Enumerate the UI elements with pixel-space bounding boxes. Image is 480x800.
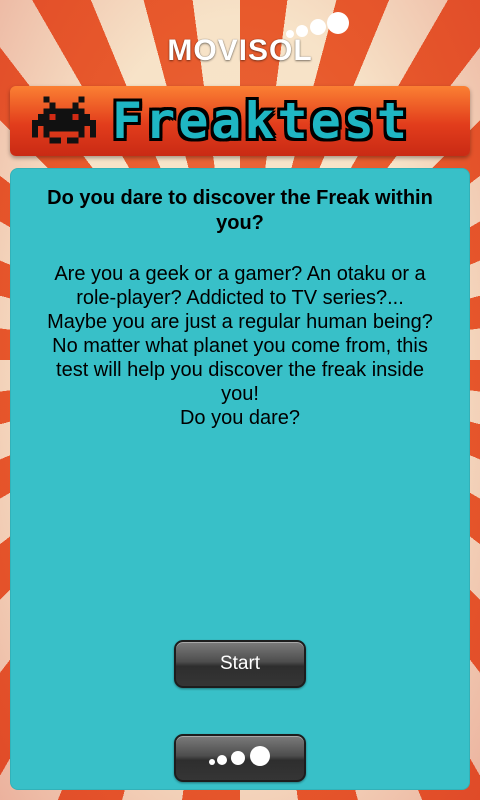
intro-line: Are you a geek or a gamer? An otaku or a	[54, 263, 426, 285]
intro-line: test will help you discover the freak in…	[56, 359, 424, 381]
intro-text: Are you a geek or a gamer? An otaku or a…	[18, 262, 462, 430]
app-banner: Freaktest	[10, 86, 470, 156]
intro-line: you!	[221, 383, 259, 405]
intro-panel: Do you dare to discover the Freak within…	[10, 168, 470, 790]
intro-line: Maybe you are just a regular human being…	[47, 311, 433, 333]
app-title: Freaktest	[112, 92, 410, 150]
brand-logo: MOVISOL	[0, 6, 480, 68]
intro-line: Do you dare?	[179, 407, 301, 429]
intro-heading: Do you dare to discover the Freak within…	[47, 187, 433, 234]
space-invader-icon	[32, 96, 96, 144]
intro-line: role-player? Addicted to TV series?...	[76, 287, 404, 309]
intro-line: No matter what planet you come from, thi…	[52, 335, 428, 357]
more-apps-dots-icon	[209, 746, 270, 766]
more-apps-button[interactable]	[174, 734, 306, 782]
brand-name: MOVISOL	[167, 34, 313, 67]
start-button[interactable]: Start	[174, 640, 306, 688]
